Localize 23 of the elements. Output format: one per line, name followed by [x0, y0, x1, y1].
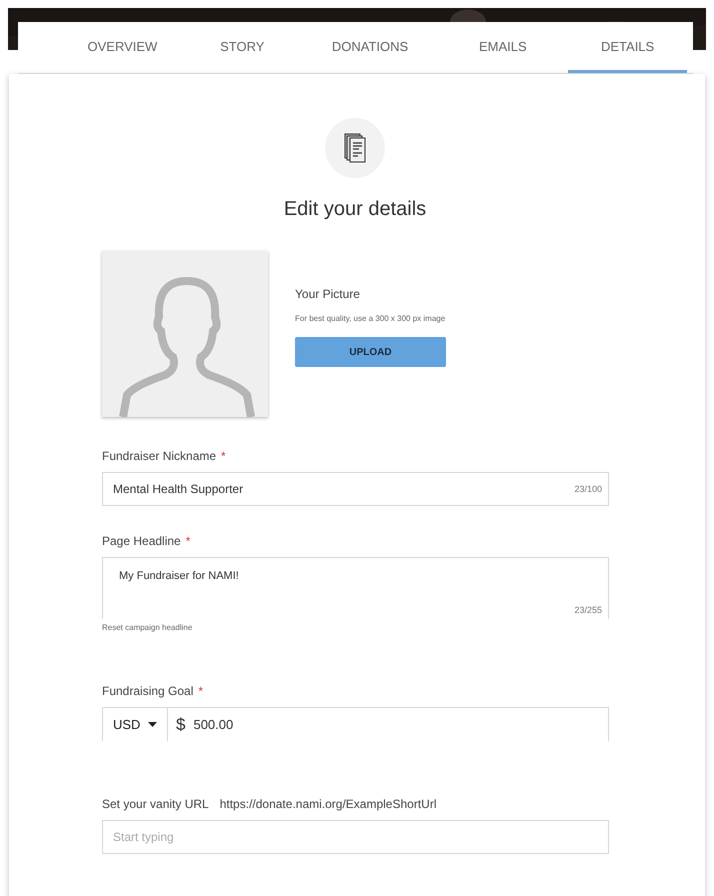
tab[interactable]: STORY [188, 22, 297, 73]
field-label: Page Headline [102, 534, 181, 548]
input-field[interactable]: Mental Health Supporter 23/100 [102, 472, 609, 506]
tab[interactable]: EMAILS [443, 22, 562, 73]
picture-hint: For best quality, use a 300 x 300 px image [295, 314, 446, 323]
picture-label: Your Picture [295, 287, 361, 301]
field-label: Set your vanity URL [102, 797, 209, 811]
tab[interactable]: OVERVIEW [63, 22, 182, 73]
field-label: Fundraiser Nickname [102, 449, 216, 463]
input-field[interactable]: Start typing [102, 820, 609, 854]
text-area[interactable]: My Fundraiser for NAMI! 23/255 [102, 557, 609, 619]
character-counter: 23/255 [574, 605, 602, 615]
required-asterisk: * [186, 534, 190, 548]
field-label: Fundraising Goal [102, 684, 194, 698]
required-asterisk: * [221, 449, 226, 463]
tab[interactable]: DONATIONS [302, 22, 438, 73]
page-heading: Edit your details [282, 198, 428, 221]
required-asterisk: * [198, 684, 204, 698]
documents-icon [344, 133, 366, 163]
upload-button[interactable]: UPLOAD [295, 337, 446, 367]
reset-link[interactable]: Reset campaign headline [102, 623, 192, 632]
vanity-url: https://donate.nami.org/ExampleShortUrl [220, 797, 436, 811]
character-counter: 23/100 [574, 484, 602, 494]
